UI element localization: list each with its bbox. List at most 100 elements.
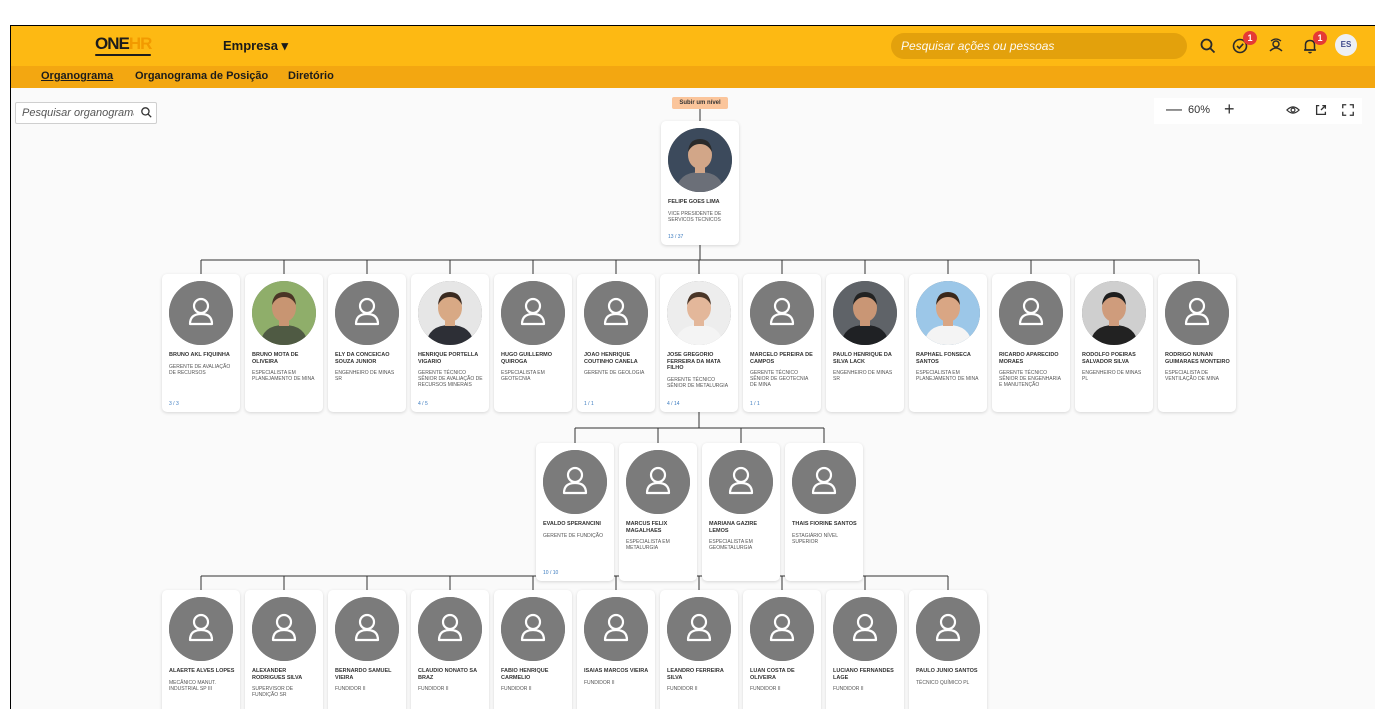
avatar [418,281,482,345]
avatar [750,597,814,661]
avatar [335,281,399,345]
org-card[interactable]: JOSE GREGORIO FERREIRA DA MATA FILHO GERE… [660,274,738,412]
person-name: PAULO HENRIQUE DA SILVA LACK [833,352,892,365]
person-role: GERENTE TÉCNICO SÊNIOR DE METALURGIA [667,377,729,389]
org-card[interactable]: LUCIANO FERNANDES LAGE FUNDIDOR II [826,590,904,709]
person-role: FUNDIDOR II [833,686,864,692]
person-name: JOSE GREGORIO FERREIRA DA MATA FILHO [667,352,721,371]
person-placeholder-icon [252,597,316,661]
org-card[interactable]: MARIANA GAZIRE LEMOS ESPECIALISTA EM GEOM… [702,443,780,581]
profile-photo [833,281,897,345]
person-placeholder-icon [750,281,814,345]
org-card[interactable]: ELY DA CONCEICAO SOUZA JUNIOR ENGENHEIRO … [328,274,406,412]
person-role: ESPECIALISTA DE VENTILAÇÃO DE MINA [1165,370,1219,382]
avatar [833,597,897,661]
avatar [252,597,316,661]
org-card[interactable]: BRUNO MOTA DE OLIVEIRA ESPECIALISTA EM PL… [245,274,323,412]
profile-photo [252,281,316,345]
person-role: FUNDIDOR II [501,686,532,692]
org-card[interactable]: MARCUS FELIX MAGALHAES ESPECIALISTA EM ME… [619,443,697,581]
person-role: GERENTE TÉCNICO SÊNIOR DE ENGENHARIA E M… [999,370,1061,388]
avatar [750,281,814,345]
reports-count-link[interactable]: 4 / 5 [418,401,428,407]
avatar [916,281,980,345]
avatar [335,597,399,661]
avatar [1082,281,1146,345]
org-card[interactable]: ALEXANDER RODRIGUES SILVA SUPERVISOR DE F… [245,590,323,709]
person-placeholder-icon [916,597,980,661]
profile-photo [668,128,732,192]
org-card[interactable]: THAIS FIORINE SANTOS ESTAGIÁRIO NÍVEL SUP… [785,443,863,581]
org-card[interactable]: CLAUDIO NONATO SA BRAZ FUNDIDOR II [411,590,489,709]
app-window: ONEHR Empresa ▾ 1 1 ES Organograma Organ… [10,25,1375,709]
org-card[interactable]: HUGO GUILLERMO QUIROGA ESPECIALISTA EM GE… [494,274,572,412]
avatar [1165,281,1229,345]
person-placeholder-icon [626,450,690,514]
person-name: RODRIGO NUNAN GUIMARAES MONTEIRO [1165,352,1230,365]
person-placeholder-icon [335,597,399,661]
org-card[interactable]: PAULO JUNIO SANTOS TÉCNICO QUÍMICO PL [909,590,987,709]
org-card[interactable]: LUAN COSTA DE OLIVEIRA FUNDIDOR II [743,590,821,709]
person-name: BRUNO AKL FIQUINHA [169,352,230,358]
org-card[interactable]: BERNARDO SAMUEL VIEIRA FUNDIDOR II [328,590,406,709]
person-placeholder-icon [169,597,233,661]
org-card[interactable]: RODOLFO POEIRAS SALVADOR SILVA ENGENHEIRO… [1075,274,1153,412]
person-name: THAIS FIORINE SANTOS [792,521,857,527]
avatar [584,597,648,661]
person-name: RODOLFO POEIRAS SALVADOR SILVA [1082,352,1136,365]
org-card[interactable]: LEANDRO FERREIRA SILVA FUNDIDOR II [660,590,738,709]
org-card[interactable]: JOAO HENRIQUE COUTINHO CANELA GERENTE DE … [577,274,655,412]
person-role: ENGENHEIRO DE MINAS SR [335,370,395,382]
person-placeholder-icon [501,597,565,661]
person-name: LUAN COSTA DE OLIVEIRA [750,668,795,681]
person-role: GERENTE DE FUNDIÇÃO [543,533,604,539]
org-card[interactable]: RAPHAEL FONSECA SANTOS ESPECIALISTA EM PL… [909,274,987,412]
profile-photo [667,281,731,345]
org-card[interactable]: RICARDO APARECIDO MORAES GERENTE TÉCNICO … [992,274,1070,412]
person-name: CLAUDIO NONATO SA BRAZ [418,668,477,681]
avatar [418,597,482,661]
person-role: ESTAGIÁRIO NÍVEL SUPERIOR [792,533,838,545]
org-card[interactable]: BRUNO AKL FIQUINHA GERENTE DE AVALIAÇÃO D… [162,274,240,412]
org-card[interactable]: EVALDO SPERANCINI GERENTE DE FUNDIÇÃO 10 /… [536,443,614,581]
org-card[interactable]: FELIPE GOES LIMA VICE PRESIDENTE DE SERVI… [661,121,739,245]
person-name: BERNARDO SAMUEL VIEIRA [335,668,392,681]
avatar [709,450,773,514]
avatar [792,450,856,514]
person-role: FUNDIDOR II [667,686,698,692]
person-name: ELY DA CONCEICAO SOUZA JUNIOR [335,352,390,365]
avatar [999,281,1063,345]
person-placeholder-icon [750,597,814,661]
profile-photo [916,281,980,345]
org-card[interactable]: ALAERTE ALVES LOPES MECÂNICO MANUT. INDUS… [162,590,240,709]
avatar [833,281,897,345]
person-name: BRUNO MOTA DE OLIVEIRA [252,352,299,365]
person-placeholder-icon [584,597,648,661]
person-placeholder-icon [418,597,482,661]
avatar [584,281,648,345]
avatar [543,450,607,514]
person-placeholder-icon [1165,281,1229,345]
person-role: ENGENHEIRO DE MINAS SR [833,370,893,382]
org-card[interactable]: RODRIGO NUNAN GUIMARAES MONTEIRO ESPECIAL… [1158,274,1236,412]
reports-count-link[interactable]: 1 / 1 [750,401,760,407]
org-card[interactable]: FABIO HENRIQUE CARMELIO FUNDIDOR II [494,590,572,709]
reports-count-link[interactable]: 4 / 14 [667,401,680,407]
reports-count-link[interactable]: 13 / 37 [668,234,683,240]
reports-count-link[interactable]: 3 / 3 [169,401,179,407]
avatar [501,597,565,661]
person-role: ESPECIALISTA EM GEOTECNIA [501,370,545,382]
person-name: FABIO HENRIQUE CARMELIO [501,668,549,681]
org-card[interactable]: ISAIAS MARCOS VIEIRA FUNDIDOR II [577,590,655,709]
avatar [916,597,980,661]
reports-count-link[interactable]: 1 / 1 [584,401,594,407]
org-card[interactable]: PAULO HENRIQUE DA SILVA LACK ENGENHEIRO D… [826,274,904,412]
person-name: MARIANA GAZIRE LEMOS [709,521,758,534]
person-name: LEANDRO FERREIRA SILVA [667,668,724,681]
profile-photo [418,281,482,345]
org-card[interactable]: HENRIQUE PORTELLA VIGARIO GERENTE TÉCNICO… [411,274,489,412]
person-placeholder-icon [501,281,565,345]
reports-count-link[interactable]: 10 / 10 [543,570,558,576]
person-placeholder-icon [335,281,399,345]
org-card[interactable]: MARCELO PEREIRA DE CAMPOS GERENTE TÉCNICO… [743,274,821,412]
